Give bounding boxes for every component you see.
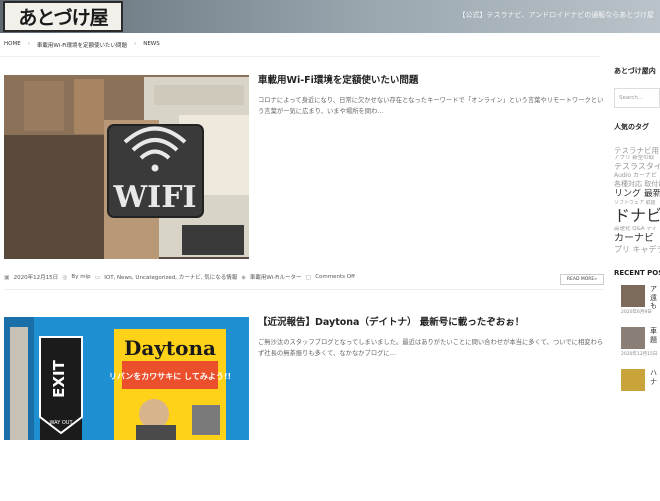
recent-post-item[interactable]: ハナ xyxy=(614,369,660,403)
recent-post-date: 2020年12月15日 xyxy=(621,352,658,358)
post-author[interactable]: By mlp xyxy=(71,274,90,280)
recent-posts-heading: RECENT POSTS xyxy=(614,269,660,278)
tag-link[interactable]: Audio カーナビ xyxy=(614,172,660,180)
recent-posts-list: ア遠も 2020年6月9日車題 2020年12月15日ハナ xyxy=(614,285,660,403)
post-tag[interactable]: 車載用Wi-Fiルーター xyxy=(250,273,302,281)
logo-text: あとづけ屋 xyxy=(18,7,108,29)
post-thumbnail[interactable]: EXIT WAY OUT Daytona リバンをカワサキに してみよう!! xyxy=(4,317,249,501)
magazine-title: Daytona xyxy=(124,336,216,360)
recent-post-item[interactable]: ア遠も 2020年6月9日 xyxy=(614,285,660,319)
tag-link[interactable]: カーナビ xyxy=(614,233,660,246)
recent-post-item[interactable]: 車題 2020年12月15日 xyxy=(614,327,660,361)
breadcrumb-section[interactable]: NEWS xyxy=(143,41,160,49)
tag-link[interactable]: アプリ 新型の取 xyxy=(614,155,660,162)
site-header: あとづけ屋 【公式】テスラナビ、アンドロイドナビの通販ならあとづけ屋 xyxy=(0,0,660,33)
post-thumbnail[interactable]: WIFI xyxy=(4,75,249,259)
read-more-button[interactable]: READ MORE» xyxy=(559,274,604,285)
tag-link[interactable]: テスラナビ用 xyxy=(614,146,660,155)
calendar-icon: ▣ xyxy=(4,273,10,281)
comment-icon: ▢ xyxy=(305,273,312,281)
post-title[interactable]: 車載用Wi-Fi環境を定額使いたい問題 xyxy=(258,75,603,87)
recent-post-title[interactable]: ハナ xyxy=(650,369,657,386)
post-card: EXIT WAY OUT Daytona リバンをカワサキに してみよう!! 【… xyxy=(4,317,604,440)
post-excerpt: コロナによって身近になり、日常に欠かせない存在となったキーワードで「オンライン」… xyxy=(258,97,604,116)
sidebar-about-heading: あとづけ屋内 xyxy=(614,67,656,75)
post-comments: Comments Off xyxy=(315,274,355,280)
recent-post-date: 2020年6月9日 xyxy=(621,310,652,316)
post-title[interactable]: 【近況報告】Daytona（デイトナ） 最新号に載ったぞおぉ！ xyxy=(258,317,603,329)
wifi-sign-label: WIFI xyxy=(112,180,196,215)
breadcrumb-divider xyxy=(0,56,600,57)
breadcrumb: HOME › 車載用Wi-Fi環境を定額使いたい問題 › NEWS xyxy=(4,41,160,49)
tag-link[interactable]: リング 最新ナビ xyxy=(614,189,660,200)
tag-link[interactable]: プリ キャデラ xyxy=(614,245,660,255)
recent-post-thumbnail[interactable] xyxy=(621,327,645,350)
magazine-headline: リバンをカワサキに してみよう!! xyxy=(109,372,231,381)
tag-link[interactable]: テスラスタイル xyxy=(614,162,660,172)
magazine-image: EXIT WAY OUT Daytona リバンをカワサキに してみよう!! xyxy=(4,317,249,440)
recent-post-title[interactable]: 車題 xyxy=(650,327,657,344)
post-excerpt: ご無沙汰のスタッフブログとなってしまいました。最近はありがたいことに問い合わせが… xyxy=(258,339,604,358)
breadcrumb-separator: › xyxy=(27,41,30,47)
search-input[interactable]: Search... xyxy=(614,88,660,108)
tag-icon: ◈ xyxy=(241,273,246,281)
user-icon: ◎ xyxy=(62,273,68,281)
post-card: WIFI 車載用Wi-Fi環境を定額使いたい問題 コロナによって身近になり、日常… xyxy=(4,75,604,290)
tag-link[interactable]: ドナビ xyxy=(614,206,660,226)
tag-cloud: テスラナビ用アプリ 新型の取テスラスタイルAudio カーナビ各種対応 取付けリ… xyxy=(614,146,660,255)
breadcrumb-home[interactable]: HOME xyxy=(4,41,21,49)
exit-sign-label: EXIT xyxy=(50,359,68,397)
post-date: 2020年12月15日 xyxy=(13,275,59,281)
header-notice: 【公式】テスラナビ、アンドロイドナビの通販ならあとづけ屋 xyxy=(458,11,654,19)
post-divider xyxy=(4,289,604,290)
folder-icon: ▭ xyxy=(94,273,101,281)
tag-link[interactable]: 高速化 Q&A ディ xyxy=(614,226,660,233)
recent-post-title[interactable]: ア遠も xyxy=(650,285,657,310)
post-meta: ▣ 2020年12月15日 ◎ By mlp ▭ IOT, News, Unca… xyxy=(4,273,355,282)
sidebar: あとづけ屋内 Search... 人気のタグ テスラナビ用 アプリ 新型の取 テスラ… xyxy=(614,66,660,440)
post-categories[interactable]: IOT, News, Uncategorized, カーナビ, 気になる情報 xyxy=(104,273,237,281)
wifi-sign-image: WIFI xyxy=(4,75,249,259)
breadcrumb-current-page[interactable]: 車載用Wi-Fi環境を定額使いたい問題 xyxy=(37,41,127,49)
way-out-label: WAY OUT xyxy=(50,420,74,426)
tag-link[interactable]: 各種対応 取付け xyxy=(614,180,660,189)
recent-post-thumbnail[interactable] xyxy=(621,369,645,392)
site-logo[interactable]: あとづけ屋 xyxy=(3,1,123,32)
breadcrumb-separator: › xyxy=(134,41,137,47)
tags-heading: 人気のタグ xyxy=(614,123,649,131)
recent-post-thumbnail[interactable] xyxy=(621,285,645,308)
